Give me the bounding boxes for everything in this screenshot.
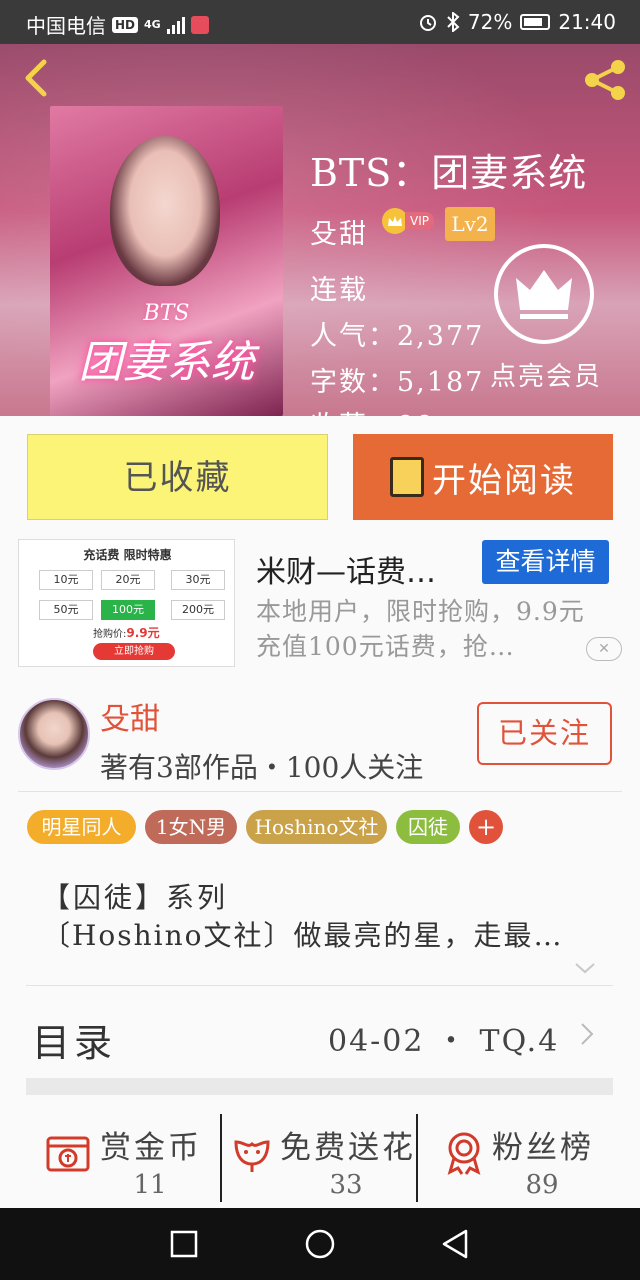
book-icon xyxy=(390,457,424,497)
popularity: 人气：2,377 xyxy=(310,321,485,352)
toc-label[interactable]: 目录 xyxy=(32,1012,116,1067)
ad-price: 抢购价:9.9元 xyxy=(93,626,160,640)
cover-portrait xyxy=(110,136,220,286)
crown-outline-icon xyxy=(516,270,572,319)
share-icon[interactable] xyxy=(580,58,630,102)
author-avatar[interactable] xyxy=(18,698,90,770)
free-flower-item[interactable]: 免费送花 33 xyxy=(224,1112,416,1204)
vip-badge: VIP xyxy=(382,208,434,234)
ad-amount-50: 50元 xyxy=(39,600,93,620)
tag-celebrity-fanfic[interactable]: 明星同人 xyxy=(27,810,136,844)
intro-line-1: 【囚徒】系列 xyxy=(42,881,229,914)
collected-button[interactable]: 已收藏 xyxy=(27,434,328,520)
ad-image-header: 充话费 限时特惠 xyxy=(83,548,172,562)
ad-close-icon[interactable]: ✕ xyxy=(586,637,622,661)
battery-percent: 72% xyxy=(467,10,513,34)
recent-apps-icon[interactable] xyxy=(170,1230,198,1258)
book-title: BTS：团妻系统 xyxy=(310,151,588,195)
ad-amount-200: 200元 xyxy=(171,600,225,620)
book-detail-screen: 中国电信 HD 4G 72% 21:40 BTS 团妻系统 BTS：团妻系统 殳… xyxy=(0,0,640,1280)
ad-amount-20: 20元 xyxy=(101,570,155,590)
alarm-icon xyxy=(419,15,436,31)
signal-icon xyxy=(166,16,185,34)
divider xyxy=(416,1114,418,1202)
divider xyxy=(18,791,622,792)
section-separator xyxy=(26,1078,613,1095)
battery-icon xyxy=(520,14,551,30)
author-stats: 著有3部作品・100人关注 xyxy=(100,751,424,784)
status-bar: 中国电信 HD 4G 72% 21:40 xyxy=(0,0,640,44)
ad-title[interactable]: 米财—话费… xyxy=(256,547,476,591)
clock: 21:40 xyxy=(558,10,616,34)
ad-amount-10: 10元 xyxy=(39,570,93,590)
reward-coins-item[interactable]: 赏金币 11 xyxy=(0,1112,220,1204)
reward-coins-value: 11 xyxy=(133,1170,167,1200)
tag-hoshino[interactable]: Hoshino文社 xyxy=(246,810,387,844)
free-flower-value: 33 xyxy=(329,1170,363,1200)
ad-buy-button: 立即抢购 xyxy=(93,643,175,660)
followed-button[interactable]: 已关注 xyxy=(477,702,612,765)
add-tag-button[interactable]: + xyxy=(469,810,503,844)
cover-prefix: BTS xyxy=(143,301,190,326)
bluetooth-icon xyxy=(447,12,460,32)
book-cover[interactable]: BTS 团妻系统 xyxy=(50,106,283,416)
start-reading-button[interactable]: 开始阅读 xyxy=(353,434,613,520)
medal-icon xyxy=(447,1132,481,1175)
fan-ranking-item[interactable]: 粉丝榜 89 xyxy=(420,1112,640,1204)
app-notification-icon xyxy=(190,15,209,34)
level-badge: Lv2 xyxy=(445,207,495,241)
system-nav-bar xyxy=(0,1208,640,1280)
fan-ranking-value: 89 xyxy=(525,1170,559,1200)
vip-crown-button[interactable] xyxy=(494,244,594,344)
ad-image[interactable]: 充话费 限时特惠 10元 20元 30元 50元 100元 200元 抢购价:9… xyxy=(18,539,235,667)
author-name[interactable]: 殳甜 xyxy=(100,694,160,738)
back-arrow-icon[interactable] xyxy=(20,58,50,98)
fan-ranking-label: 粉丝榜 xyxy=(492,1130,594,1166)
flower-icon xyxy=(234,1140,270,1172)
start-reading-label: 开始阅读 xyxy=(432,460,576,501)
chevron-down-icon[interactable] xyxy=(574,962,596,974)
view-details-button[interactable]: 查看详情 xyxy=(482,540,609,584)
hd-badge: HD xyxy=(112,16,139,33)
activate-vip-label[interactable]: 点亮会员 xyxy=(490,356,602,393)
home-icon[interactable] xyxy=(304,1228,336,1260)
vip-label: VIP xyxy=(405,212,434,230)
ad-description: 本地用户，限时抢购，9.9元充值100元话费，抢… xyxy=(256,597,585,661)
ad-amount-30: 30元 xyxy=(171,570,225,590)
divider xyxy=(220,1114,222,1202)
tag-prisoner[interactable]: 囚徒 xyxy=(396,810,460,844)
free-flower-label: 免费送花 xyxy=(280,1130,416,1166)
serial-status: 连载 xyxy=(310,275,368,306)
ad-amount-100: 100元 xyxy=(101,600,155,620)
intro-line-2: 〔Hoshino文社〕做最亮的星，走最… xyxy=(42,919,564,952)
reward-coins-label: 赏金币 xyxy=(100,1130,202,1166)
divider xyxy=(26,985,613,986)
chevron-right-icon[interactable] xyxy=(580,1022,594,1046)
book-author[interactable]: 殳甜 xyxy=(310,212,368,251)
cover-title: 团妻系统 xyxy=(78,337,255,388)
word-count: 字数：5,187 xyxy=(310,367,485,398)
tag-1f-nm[interactable]: 1女N男 xyxy=(145,810,237,844)
carrier-label: 中国电信 xyxy=(26,14,106,38)
toc-latest-chapter[interactable]: 04-02 ・ TQ.4 xyxy=(328,1016,559,1060)
favorites-count: 收藏：99 xyxy=(310,404,435,416)
gift-coin-icon xyxy=(46,1136,90,1172)
nav-back-icon[interactable] xyxy=(440,1228,470,1260)
network-label: 4G xyxy=(144,18,161,31)
